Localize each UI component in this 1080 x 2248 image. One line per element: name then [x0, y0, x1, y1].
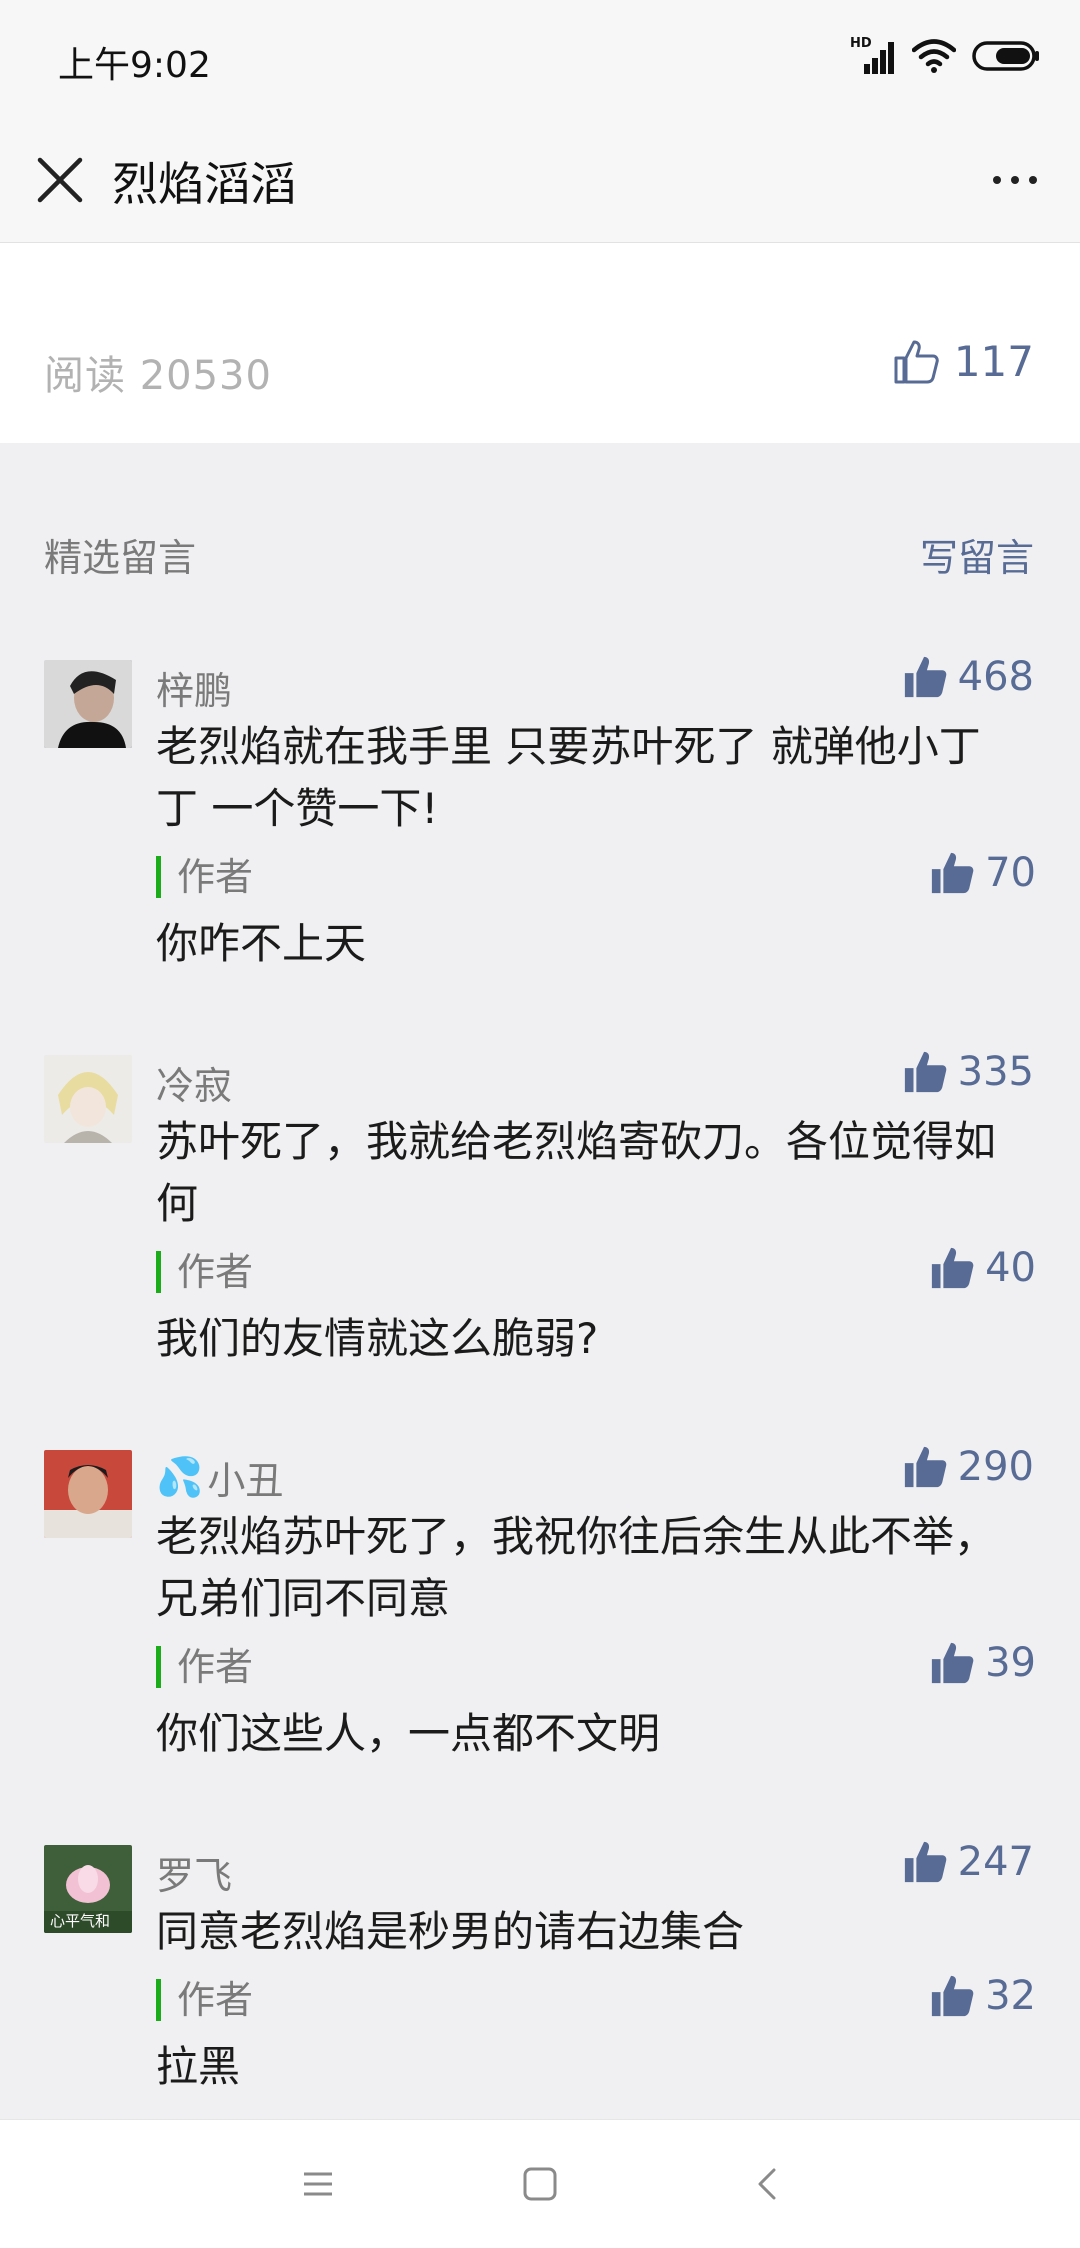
comment-author[interactable]: 罗飞 — [156, 1845, 232, 1900]
comment-author[interactable]: 💦 小丑 — [156, 1450, 283, 1505]
close-icon — [37, 157, 83, 203]
avatar[interactable] — [44, 1450, 132, 1538]
back-button[interactable] — [740, 2156, 796, 2212]
comment-like-button[interactable]: 290 — [902, 1444, 1034, 1490]
author-reply-text: 拉黑 — [156, 2042, 241, 2091]
page-title: 烈焰滔滔 — [112, 157, 296, 211]
avatar[interactable] — [44, 1055, 132, 1143]
reply-like-button[interactable]: 32 — [929, 1973, 1036, 2019]
thumbs-up-icon — [904, 1051, 946, 1093]
thumbs-up-icon — [904, 656, 946, 698]
comment-author-name: 梓鹏 — [156, 669, 233, 713]
thumbs-up-icon — [931, 852, 974, 894]
more-dot-icon — [993, 176, 1001, 184]
back-chevron-icon — [758, 2168, 776, 2200]
author-reply-label: 作者 — [156, 856, 253, 898]
thumbs-up-icon — [931, 1642, 974, 1684]
reply-like-count: 70 — [985, 850, 1036, 896]
author-reply-text: 你咋不上天 — [156, 919, 367, 968]
reply-like-count: 40 — [985, 1245, 1036, 1291]
thumbs-up-icon — [904, 1841, 946, 1883]
thumbs-up-icon — [931, 1247, 974, 1289]
home-square-icon — [523, 2167, 557, 2201]
menu-button[interactable] — [290, 2156, 346, 2212]
more-dot-icon — [1011, 176, 1019, 184]
comment-like-button[interactable]: 247 — [902, 1839, 1034, 1885]
signal-icon: HD — [850, 36, 896, 76]
read-count: 阅读 20530 — [44, 353, 272, 399]
nav-bar: 烈焰滔滔 — [0, 118, 1080, 243]
menu-icon — [304, 2172, 332, 2196]
reply-like-button[interactable]: 39 — [929, 1640, 1036, 1686]
author-reply-label: 作者 — [156, 1646, 253, 1688]
battery-icon — [972, 40, 1040, 76]
thumbs-up-icon — [931, 1975, 974, 2017]
wifi-icon — [911, 39, 957, 77]
comment-like-count: 335 — [957, 1049, 1034, 1095]
comment-like-count: 247 — [957, 1839, 1034, 1885]
more-button[interactable] — [980, 152, 1050, 208]
water-drops-emoji-icon: 💦 — [156, 1455, 204, 1499]
system-nav-bar — [0, 2119, 1080, 2248]
status-bar: 上午9:02 HD — [0, 0, 1080, 118]
comment-author[interactable]: 梓鹏 — [156, 660, 232, 715]
comments-section-title: 精选留言 — [44, 536, 197, 580]
thumbs-up-outline-icon — [894, 340, 939, 383]
comment-author-name: 冷寂 — [156, 1064, 233, 1108]
reply-like-count: 39 — [985, 1640, 1036, 1686]
article-stats: 阅读 20530 117 — [0, 243, 1080, 443]
comment-like-button[interactable]: 468 — [902, 654, 1034, 700]
reply-like-button[interactable]: 70 — [929, 850, 1036, 896]
author-reply-text: 我们的友情就这么脆弱? — [156, 1314, 599, 1363]
status-time: 上午9:02 — [58, 45, 211, 86]
reply-like-button[interactable]: 40 — [929, 1245, 1036, 1291]
article-like-count: 117 — [953, 337, 1034, 386]
status-icons: HD — [850, 36, 1040, 78]
comment-text: 老烈焰就在我手里 只要苏叶死了 就弹他小丁丁 一个赞一下! — [156, 722, 981, 833]
comments-header: 精选留言 写留言 — [0, 443, 1080, 580]
comment-like-count: 468 — [957, 654, 1034, 700]
reply-like-count: 32 — [985, 1973, 1036, 2019]
author-reply-label: 作者 — [156, 1251, 253, 1293]
avatar[interactable] — [44, 660, 132, 748]
comment-author[interactable]: 冷寂 — [156, 1055, 232, 1110]
author-reply-label: 作者 — [156, 1979, 253, 2021]
comment-like-button[interactable]: 335 — [902, 1049, 1034, 1095]
home-button[interactable] — [512, 2156, 568, 2212]
more-dot-icon — [1029, 176, 1037, 184]
comment-text: 同意老烈焰是秒男的请右边集合 — [156, 1907, 745, 1956]
write-comment-link[interactable]: 写留言 — [920, 527, 1034, 582]
thumbs-up-icon — [904, 1446, 946, 1488]
avatar-caption: 心平气和 — [50, 1912, 111, 1930]
avatar[interactable]: 心平气和 — [44, 1845, 132, 1933]
comment-text: 老烈焰苏叶死了，我祝你往后余生从此不举，兄弟们同不同意 — [156, 1512, 997, 1623]
comment-author-name: 小丑 — [207, 1459, 284, 1503]
comment-author-name: 罗飞 — [156, 1854, 233, 1898]
comment-like-count: 290 — [957, 1444, 1034, 1490]
author-reply-text: 你们这些人，一点都不文明 — [156, 1709, 661, 1758]
close-button[interactable] — [30, 150, 90, 210]
article-like-button[interactable]: 117 — [892, 337, 1034, 386]
comment-text: 苏叶死了，我就给老烈焰寄砍刀。各位觉得如何 — [156, 1117, 997, 1228]
